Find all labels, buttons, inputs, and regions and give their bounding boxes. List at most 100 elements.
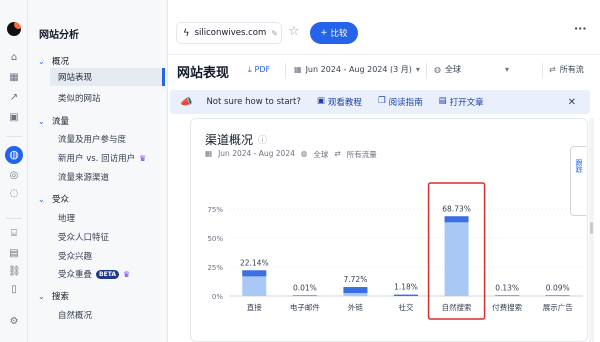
channel-overview-card: 渠道概况 ⓘ ▦ Jun 2024 - Aug 2024 ◍ 全球 ⇄ 所有流量… (190, 118, 588, 342)
x-tick-label: 外链 (348, 302, 363, 312)
bar-top (444, 216, 469, 223)
caret-down-icon: ▾ (504, 65, 509, 74)
icon-rail: ⌂ ▦ ↗ ▣ ◍ ◎ ◌ ⌸ ▤ ⛓ ▯ ⚙ (0, 0, 28, 342)
bar-top (242, 270, 267, 277)
sidebar-group-search[interactable]: ⌄ 搜索 (38, 290, 70, 303)
sidebar-group-overview[interactable]: ⌄ 概况 (38, 55, 70, 68)
crown-icon: ♛ (139, 153, 147, 163)
sidebar-item-geography[interactable]: 地理 (58, 212, 75, 224)
group-label: 概况 (52, 57, 70, 67)
traffic-selector[interactable]: ⇄ 所有流 (549, 64, 584, 75)
bar-top (495, 295, 520, 296)
sidebar-group-traffic[interactable]: ⌄ 流量 (38, 115, 69, 128)
date-range-selector[interactable]: ▦ Jun 2024 - Aug 2024 (3 月) ▾ (294, 64, 420, 75)
sidebar-item-traffic-channels[interactable]: 流量来源渠道 (58, 171, 109, 183)
bar-top (545, 295, 570, 296)
x-tick-label: 付费搜索 (492, 302, 522, 312)
pdf-export-button[interactable]: ⤓ PDF (248, 65, 270, 75)
link-label: 观看教程 (327, 98, 362, 108)
bar (444, 216, 469, 296)
link-label: 阅读指南 (388, 98, 423, 108)
news-icon[interactable]: ▤ (8, 248, 20, 260)
data-label: 1.18% (394, 283, 418, 292)
traffic-icon: ⇄ (549, 65, 556, 74)
read-guide-link[interactable]: ❐ 阅读指南 (378, 96, 423, 108)
sidebar-item-new-vs-returning[interactable]: 新用户 vs. 回访用户 ♛ (58, 152, 147, 165)
y-tick-label: 75% (207, 206, 223, 214)
side-tab-label: 跟踪 (575, 159, 583, 173)
sidebar-item-demographics[interactable]: 受众人口特征 (58, 231, 109, 243)
sidebar-item-site-performance[interactable]: 网站表现 (50, 68, 162, 86)
compass-icon[interactable]: ◌ (8, 188, 20, 200)
domain-selector[interactable]: ϟ siliconwives.com ✎ (176, 22, 282, 44)
chevron-down-icon: ⌄ (38, 116, 45, 126)
sidebar-item-interests[interactable]: 受众兴趣 (58, 250, 92, 262)
download-icon: ⤓ (248, 65, 252, 74)
compare-button[interactable]: + 比较 (310, 22, 358, 44)
link-label: 打开文章 (449, 98, 484, 108)
chevron-down-icon: ⌄ (38, 291, 45, 301)
page-header: 网站表现 ⤓ PDF ▦ Jun 2024 - Aug 2024 (3 月) ▾… (168, 54, 600, 86)
sidebar-item-label: 新用户 vs. 回访用户 (58, 154, 136, 164)
target-icon[interactable]: ◎ (8, 170, 20, 182)
crown-icon: ♛ (122, 269, 131, 279)
side-tracking-tab[interactable]: 跟踪 (570, 146, 586, 216)
image-icon[interactable]: ▣ (8, 112, 20, 124)
sidebar-item-label: 类似的网站 (58, 94, 101, 104)
x-tick-label: 电子邮件 (290, 302, 320, 312)
group-label: 搜索 (52, 292, 70, 302)
bar-top (343, 287, 368, 294)
globe-icon[interactable]: ◍ (5, 146, 23, 164)
traffic-value: 所有流 (559, 65, 584, 74)
sidebar-group-audience[interactable]: ⌄ 受众 (38, 193, 69, 206)
sidebar-title: 网站分析 (39, 30, 79, 41)
bank-icon[interactable]: ⌸ (8, 228, 20, 240)
star-icon[interactable]: ☆ (288, 24, 300, 39)
data-label: 0.09% (546, 283, 570, 292)
x-tick-label: 直接 (247, 302, 262, 312)
banner-text: Not sure how to start? (206, 97, 301, 107)
caret-down-icon: ▾ (415, 65, 420, 74)
bar-top (394, 294, 418, 296)
sidebar-item-label: 受众兴趣 (58, 252, 93, 262)
x-tick-label: 自然搜索 (442, 302, 472, 312)
home-icon[interactable]: ⌂ (8, 52, 20, 64)
sidebar-item-audience-overlap[interactable]: 受众重叠 BETA ♛ (58, 268, 130, 280)
page-title: 网站表现 (177, 66, 230, 81)
active-indicator (162, 68, 165, 86)
settings-icon[interactable]: ⚙ (8, 316, 20, 328)
link-icon[interactable]: ⛓ (8, 266, 21, 278)
edit-icon[interactable]: ✎ (271, 29, 278, 38)
more-menu-icon[interactable]: ··· (574, 22, 587, 35)
article-icon: ▤ (438, 96, 447, 106)
trend-icon[interactable]: ↗ (8, 92, 20, 104)
sidebar-item-label: 流量及用户参与度 (58, 135, 127, 145)
y-tick-label: 25% (207, 264, 223, 272)
x-tick-label: 社交 (399, 302, 414, 312)
data-label: 68.73% (442, 204, 471, 213)
book-icon: ❐ (377, 96, 386, 106)
geo-selector[interactable]: ◍ 全球 ▾ (434, 64, 509, 75)
date-range-value: Jun 2024 - Aug 2024 (3 月) (305, 65, 412, 74)
scrollbar-thumb[interactable] (590, 222, 593, 234)
sidebar-item-engagement[interactable]: 流量及用户参与度 (58, 133, 126, 145)
close-icon[interactable]: ✕ (568, 97, 576, 108)
open-article-link[interactable]: ▤ 打开文章 (439, 96, 484, 108)
channel-bar-chart: 0% 25% 50% 75% 22.14% 直接 0.01% 电子邮件 7.72% 外链 1.18%… (207, 182, 583, 320)
sidebar-item-similar-sites[interactable]: 类似的网站 (58, 92, 101, 104)
y-tick-label: 50% (207, 235, 223, 243)
sidebar-item-label: 流量来源渠道 (58, 173, 110, 183)
sidebar-item-label: 自然概况 (58, 311, 93, 321)
grid-icon[interactable]: ▦ (8, 72, 20, 84)
sidebar-item-label: 受众人口特征 (58, 233, 110, 243)
megaphone-icon: 📣 (180, 96, 193, 108)
doc-icon[interactable]: ▯ (8, 284, 20, 296)
sidebar-item-label: 受众重叠 (58, 270, 93, 280)
watch-tutorial-link[interactable]: ▣ 观看教程 (317, 96, 362, 108)
y-tick-label: 0% (212, 293, 223, 301)
x-tick-label: 展示广告 (543, 302, 573, 312)
data-label: 0.13% (495, 283, 519, 292)
sidebar-item-organic-overview[interactable]: 自然概况 (58, 309, 92, 321)
logo[interactable] (7, 22, 21, 36)
calendar-icon: ▦ (294, 65, 302, 74)
